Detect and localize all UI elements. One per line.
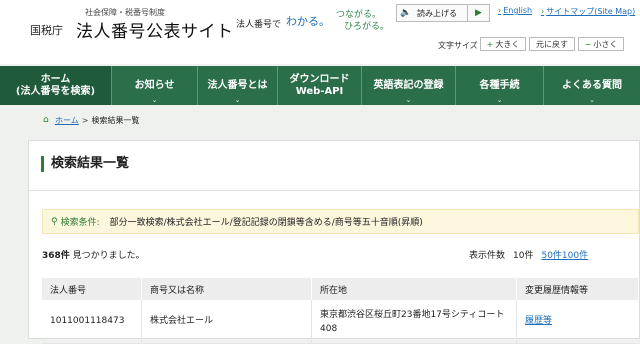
table-header: 法人番号 商号又は名称 所在地 変更履歴情報等 <box>42 278 639 300</box>
nav-item-label: 法人番号とは <box>207 79 268 91</box>
font-reset-button[interactable]: 元に戻す <box>529 37 575 51</box>
font-smaller-label: 小さく <box>593 39 618 49</box>
nav-item-home[interactable]: ホーム (法人番号を検索) <box>0 66 112 105</box>
column-header-address: 所在地 <box>312 278 517 300</box>
search-condition-label: 検索条件: <box>60 218 100 228</box>
cell-address: 東京都渋谷区桜丘町23番地17号シティコート408 <box>312 300 517 343</box>
nav-item-label: お知らせ <box>134 79 175 91</box>
column-header-history: 変更履歴情報等 <box>517 278 639 300</box>
sitemap-link[interactable]: › サイトマップ(Site Map) <box>541 6 635 17</box>
divider <box>29 190 639 191</box>
result-count-suffix: 見つかりました。 <box>69 251 145 261</box>
nav-item-about[interactable]: 法人番号とは ⌄ <box>198 66 278 105</box>
page-title: 検索結果一覧 <box>41 156 129 172</box>
play-icon[interactable]: ▶ <box>467 5 489 21</box>
cell-corporate-number: 1011001118473 <box>42 300 142 343</box>
nav-item-download[interactable]: ダウンロード Web-API <box>278 66 362 105</box>
nav-item-faq[interactable]: よくある質問 ⌄ <box>544 66 640 105</box>
breadcrumb-current: 検索結果一覧 <box>91 116 140 125</box>
column-header-number: 法人番号 <box>42 278 142 300</box>
breadcrumb-home-link[interactable]: ホーム <box>55 115 79 126</box>
speaker-icon: 🔈 <box>400 8 412 18</box>
per-page-selector: 表示件数 10件 50件 100件 <box>469 248 588 261</box>
search-condition-text: 部分一致検索/株式会社エール/登記記録の閉鎖等含める/商号等五十音順(昇順) <box>109 218 423 228</box>
per-page-10: 10件 <box>513 251 534 261</box>
chevron-down-icon: ⌄ <box>496 95 503 104</box>
font-size-label: 文字サイズ <box>438 41 478 50</box>
minus-icon: − <box>584 39 592 49</box>
site-header: 社会保障・税番号制度 国税庁 法人番号公表サイト 法人番号で わかる。 つながる… <box>0 0 640 64</box>
font-smaller-button[interactable]: − 小さく <box>578 37 624 51</box>
nav-item-label: ダウンロード <box>289 74 350 85</box>
per-page-100-link[interactable]: 100件 <box>562 248 588 261</box>
font-larger-button[interactable]: + 大きく <box>480 37 526 51</box>
font-reset-label: 元に戻す <box>536 39 568 49</box>
sitemap-link-label: サイトマップ(Site Map) <box>546 7 636 16</box>
read-aloud-label[interactable]: 読み上げる <box>417 8 457 19</box>
main-nav: ホーム (法人番号を検索) お知らせ ⌄ 法人番号とは ⌄ ダウンロード Web… <box>0 66 640 105</box>
font-larger-label: 大きく <box>495 39 520 49</box>
results-table: 法人番号 商号又は名称 所在地 変更履歴情報等 1011001118473 株式… <box>42 278 639 344</box>
results-panel: 検索結果一覧 ⚲ 検索条件: 部分一致検索/株式会社エール/登記記録の閉鎖等含め… <box>28 140 640 344</box>
nav-item-procedures[interactable]: 各種手続 ⌄ <box>456 66 544 105</box>
logo-agency[interactable]: 国税庁 <box>30 22 63 38</box>
nav-item-sublabel: Web-API <box>295 85 344 97</box>
chevron-down-icon: ⌄ <box>234 95 241 104</box>
nav-item-label: よくある質問 <box>562 79 622 91</box>
nav-item-news[interactable]: お知らせ ⌄ <box>112 66 198 105</box>
result-count-value: 368件 <box>42 251 70 261</box>
nav-item-sublabel: (法人番号を検索) <box>15 85 96 97</box>
result-count: 368件 見つかりました。 <box>42 248 145 261</box>
history-link[interactable]: 履歴等 <box>517 300 639 343</box>
chevron-right-icon: › <box>541 7 545 16</box>
chevron-right-icon: › <box>498 6 502 15</box>
table-row: 1011001118473 株式会社エール 東京都渋谷区桜丘町23番地17号シテ… <box>42 300 639 344</box>
breadcrumb: ⌂ ホーム > 検索結果一覧 <box>43 115 139 126</box>
per-page-label: 表示件数 <box>469 251 506 261</box>
chevron-down-icon: ⌄ <box>151 95 158 104</box>
nav-item-label: ホーム <box>40 74 71 85</box>
search-condition-box: ⚲ 検索条件: 部分一致検索/株式会社エール/登記記録の閉鎖等含める/商号等五十… <box>42 209 639 234</box>
cell-corporate-name: 株式会社エール <box>142 300 312 343</box>
read-aloud-widget[interactable]: 🔈 読み上げる ▶ <box>396 4 490 22</box>
nav-item-label: 各種手続 <box>479 79 520 91</box>
chevron-down-icon: ⌄ <box>405 95 412 104</box>
plus-icon: + <box>486 39 494 49</box>
breadcrumb-separator: > <box>81 116 89 125</box>
chevron-down-icon: ⌄ <box>589 95 595 104</box>
tagline-part-4: ひろがる。 <box>344 22 390 32</box>
per-page-50-link[interactable]: 50件 <box>541 248 561 261</box>
site-title[interactable]: 法人番号公表サイト <box>76 17 234 42</box>
english-link[interactable]: › English <box>498 6 532 15</box>
tagline-part-2: わかる。 <box>286 15 330 28</box>
search-icon: ⚲ <box>51 216 58 227</box>
nav-item-english-registration[interactable]: 英語表記の登録 ⌄ <box>362 66 456 105</box>
english-link-label: English <box>503 6 533 15</box>
nav-item-label: 英語表記の登録 <box>373 79 444 91</box>
home-icon: ⌂ <box>43 115 49 125</box>
column-header-name: 商号又は名称 <box>142 278 312 300</box>
tagline-part-1: 法人番号で <box>236 20 282 30</box>
